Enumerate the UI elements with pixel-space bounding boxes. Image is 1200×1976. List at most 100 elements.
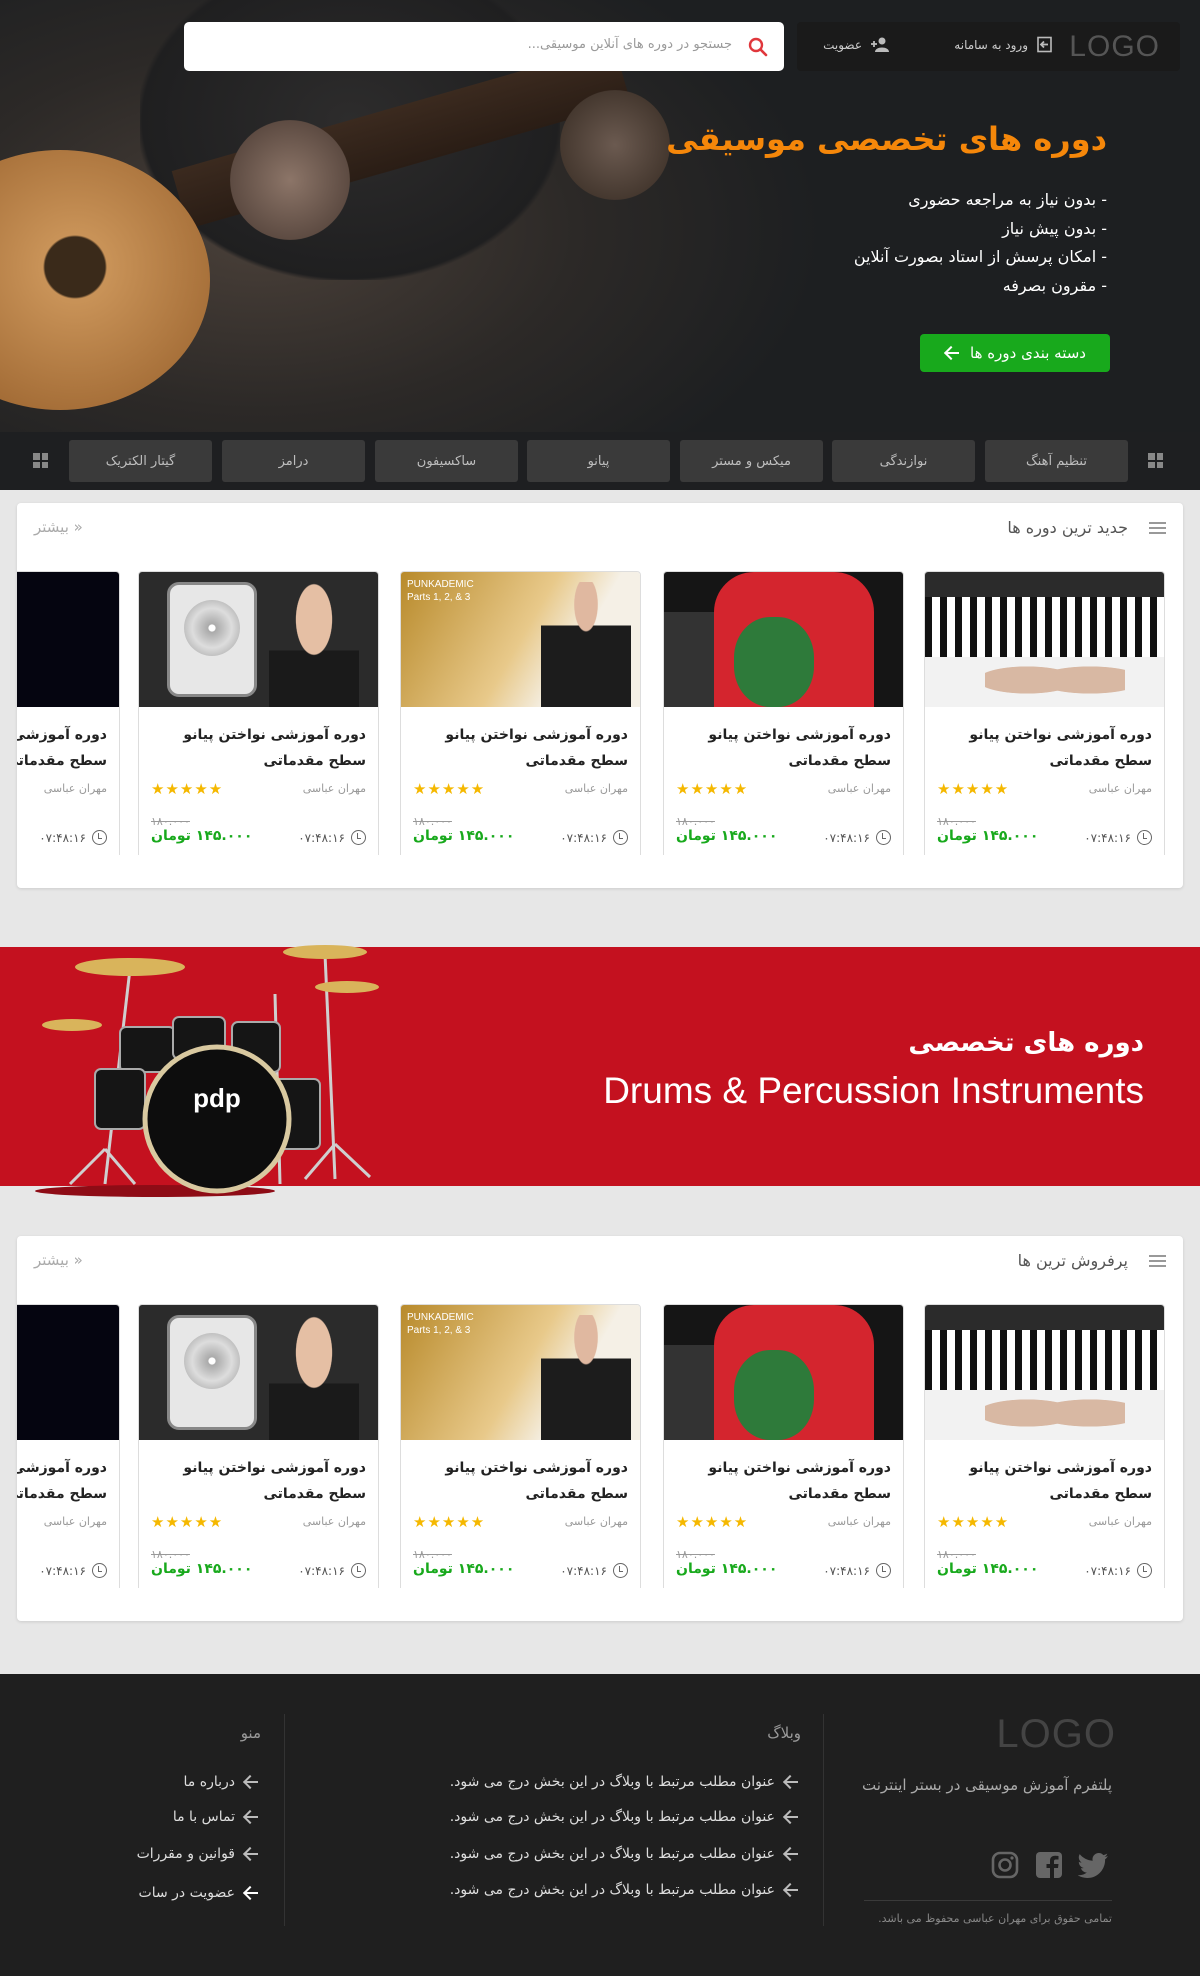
- search-icon[interactable]: [748, 37, 768, 57]
- clock-icon: [876, 1563, 891, 1578]
- course-title[interactable]: دوره آموزشی نواختن پیانو سطح مقدماتی: [17, 1455, 107, 1507]
- login-button[interactable]: ورود به سامانه: [954, 36, 1053, 53]
- bestsellers-section: پرفروش ترین ها بیشتر » دوره آموزشی نواخت…: [17, 1236, 1183, 1621]
- newest-courses-section: جدید ترین دوره ها بیشتر » دوره آموزشی نو…: [17, 503, 1183, 888]
- course-title[interactable]: دوره آموزشی نواختن پیانو سطح مقدماتی: [151, 1455, 366, 1507]
- section-title: پرفروش ترین ها: [1017, 1251, 1128, 1270]
- search-input[interactable]: جستجو در دوره های آنلاین موسیقی...: [528, 37, 732, 52]
- facebook-icon[interactable]: [1034, 1850, 1064, 1880]
- course-card[interactable]: دوره آموزشی نواختن پیانو سطح مقدماتی مهرا…: [138, 1304, 379, 1588]
- course-thumbnail: [17, 572, 119, 707]
- old-price: ۱۸۰.۰۰۰: [151, 815, 190, 828]
- course-title[interactable]: دوره آموزشی نواختن پیانو سطح مقدماتی: [937, 722, 1152, 774]
- course-card[interactable]: دوره آموزشی نواختن پیانو سطح مقدماتی مهرا…: [138, 571, 379, 855]
- course-thumbnail: [664, 1305, 903, 1440]
- drums-banner[interactable]: pdp دوره های تخصصی Drums & Percussion In…: [0, 945, 1200, 1197]
- course-title[interactable]: دوره آموزشی نواختن پیانو سطح مقدماتی: [676, 1455, 891, 1507]
- hero-bullets: - بدون نیاز به مراجعه حضوری - بدون پیش ن…: [854, 186, 1107, 300]
- course-card[interactable]: دوره آموزشی نواختن پیانو سطح مقدماتی مهرا…: [663, 1304, 904, 1588]
- blog-link[interactable]: عنوان مطلب مرتبط با وبلاگ در این بخش درج…: [450, 1882, 799, 1898]
- search-bar[interactable]: جستجو در دوره های آنلاین موسیقی...: [184, 22, 784, 71]
- duration-value: ۰۷:۴۸:۱۶: [560, 1563, 607, 1578]
- course-card[interactable]: دوره آموزشی نواختن پیانو سطح مقدماتی مهرا…: [17, 571, 120, 855]
- course-teacher: مهران عباسی: [43, 1515, 107, 1528]
- arrow-left-icon: [243, 1886, 259, 1900]
- clock-icon: [876, 830, 891, 845]
- course-card[interactable]: PUNKADEMIC Parts 1, 2, & 3 دوره آموزشی نو…: [400, 571, 641, 855]
- course-title[interactable]: دوره آموزشی نواختن پیانو سطح مقدماتی: [151, 722, 366, 774]
- section-title: جدید ترین دوره ها: [1007, 518, 1128, 537]
- new-price: ۱۴۵.۰۰۰ تومان: [676, 1561, 778, 1577]
- clock-icon: [92, 1563, 107, 1578]
- category-tab[interactable]: درامز: [222, 440, 365, 482]
- grid-icon[interactable]: [33, 453, 48, 468]
- category-tab[interactable]: ساکسیفون: [375, 440, 518, 482]
- course-title[interactable]: دوره آموزشی نواختن پیانو سطح مقدماتی: [937, 1455, 1152, 1507]
- duration-value: ۰۷:۴۸:۱۶: [823, 830, 870, 845]
- section-header: پرفروش ترین ها بیشتر »: [17, 1236, 1183, 1286]
- menu-link-contact[interactable]: تماس با ما: [173, 1809, 259, 1825]
- banner-title-fa: دوره های تخصصی: [908, 1028, 1144, 1058]
- twitter-icon[interactable]: [1078, 1850, 1110, 1880]
- duration-value: ۰۷:۴۸:۱۶: [298, 1563, 345, 1578]
- logo[interactable]: LOGO: [1069, 30, 1160, 64]
- blog-link[interactable]: عنوان مطلب مرتبط با وبلاگ در این بخش درج…: [450, 1809, 799, 1825]
- duration-value: ۰۷:۴۸:۱۶: [1084, 830, 1131, 845]
- menu-link-about[interactable]: درباره ما: [184, 1774, 259, 1790]
- arrow-left-icon: [243, 1847, 259, 1861]
- clock-icon: [351, 1563, 366, 1578]
- arrow-left-icon: [944, 346, 960, 360]
- login-icon: [1037, 36, 1052, 53]
- duration-value: ۰۷:۴۸:۱۶: [39, 1563, 86, 1578]
- course-teacher: مهران عباسی: [302, 1515, 366, 1528]
- blog-link[interactable]: عنوان مطلب مرتبط با وبلاگ در این بخش درج…: [450, 1846, 799, 1862]
- course-title[interactable]: دوره آموزشی نواختن پیانو سطح مقدماتی: [17, 722, 107, 774]
- thumbnail-text: PUNKADEMIC Parts 1, 2, & 3: [407, 579, 474, 603]
- blog-link[interactable]: عنوان مطلب مرتبط با وبلاگ در این بخش درج…: [450, 1774, 799, 1790]
- new-price: ۱۴۵.۰۰۰ تومان: [151, 1561, 253, 1577]
- category-tab[interactable]: پیانو: [527, 440, 670, 482]
- instagram-icon[interactable]: [990, 1850, 1020, 1880]
- list-icon: [1149, 522, 1166, 534]
- course-title[interactable]: دوره آموزشی نواختن پیانو سطح مقدماتی: [413, 722, 628, 774]
- cards-carousel[interactable]: دوره آموزشی نواختن پیانو سطح مقدماتی مهرا…: [17, 1288, 1183, 1588]
- clock-icon: [613, 1563, 628, 1578]
- menu-link-rules[interactable]: قوانین و مقررات: [137, 1846, 259, 1862]
- course-card[interactable]: دوره آموزشی نواختن پیانو سطح مقدماتی مهرا…: [924, 571, 1165, 855]
- categories-button[interactable]: دسته بندی دوره ها: [920, 334, 1110, 372]
- duration-value: ۰۷:۴۸:۱۶: [823, 1563, 870, 1578]
- rating-stars: ★★★★★: [937, 780, 1010, 798]
- course-title[interactable]: دوره آموزشی نواختن پیانو سطح مقدماتی: [413, 1455, 628, 1507]
- category-tab[interactable]: گیتار الکتریک: [69, 440, 212, 482]
- category-tab[interactable]: تنظیم آهنگ: [985, 440, 1128, 482]
- top-bar: LOGO ورود به سامانه عضویت: [797, 22, 1180, 71]
- footer-logo[interactable]: LOGO: [996, 1712, 1116, 1757]
- new-price: ۱۴۵.۰۰۰ تومان: [413, 828, 515, 844]
- arrow-left-icon: [783, 1883, 799, 1897]
- cards-carousel[interactable]: دوره آموزشی نواختن پیانو سطح مقدماتی مهرا…: [17, 555, 1183, 855]
- more-link[interactable]: بیشتر »: [34, 518, 83, 536]
- social-links: [990, 1850, 1110, 1880]
- register-button[interactable]: عضویت: [823, 36, 890, 53]
- course-thumbnail: [139, 1305, 378, 1440]
- menu-link-label: عضویت در سات: [138, 1885, 235, 1901]
- menu-link-register[interactable]: عضویت در سات: [139, 1885, 259, 1901]
- course-card[interactable]: دوره آموزشی نواختن پیانو سطح مقدماتی مهرا…: [663, 571, 904, 855]
- course-title[interactable]: دوره آموزشی نواختن پیانو سطح مقدماتی: [676, 722, 891, 774]
- arrow-left-icon: [783, 1810, 799, 1824]
- arrow-left-icon: [243, 1810, 259, 1824]
- course-card[interactable]: دوره آموزشی نواختن پیانو سطح مقدماتی مهرا…: [17, 1304, 120, 1588]
- category-tab[interactable]: نوازندگی: [832, 440, 975, 482]
- new-price: ۱۴۵.۰۰۰ تومان: [151, 828, 253, 844]
- grid-icon[interactable]: [1148, 453, 1163, 468]
- category-tab[interactable]: میکس و مستر: [680, 440, 823, 482]
- course-card[interactable]: PUNKADEMIC Parts 1, 2, & 3 دوره آموزشی نو…: [400, 1304, 641, 1588]
- clock-icon: [613, 830, 628, 845]
- course-card[interactable]: دوره آموزشی نواختن پیانو سطح مقدماتی مهرا…: [924, 1304, 1165, 1588]
- course-thumbnail: PUNKADEMIC Parts 1, 2, & 3: [401, 1305, 640, 1440]
- hero-bullet: - امکان پرسش از استاد بصورت آنلاین: [853, 247, 1107, 266]
- more-link[interactable]: بیشتر »: [34, 1251, 83, 1269]
- new-price: ۱۴۵.۰۰۰ تومان: [937, 1561, 1039, 1577]
- course-teacher: مهران عباسی: [827, 1515, 891, 1528]
- footer-tagline: پلتفرم آموزش موسیقی در بستر اینترنت: [862, 1776, 1112, 1794]
